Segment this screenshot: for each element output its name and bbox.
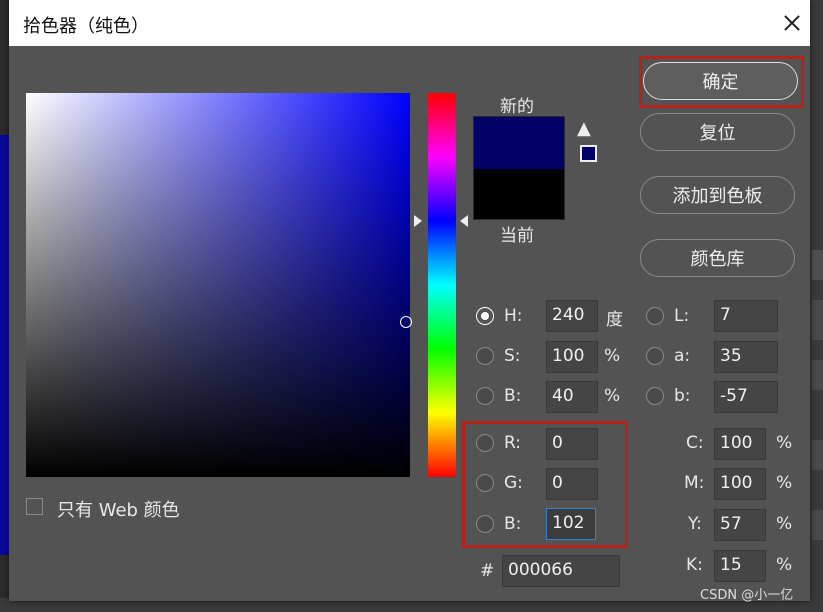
web-colors-only-checkbox[interactable]: [26, 498, 43, 515]
label-l: L:: [674, 306, 690, 326]
label-y: Y:: [688, 514, 702, 534]
title-bar: 拾色器（纯色）: [9, 0, 810, 46]
hue-slider-handle-left[interactable]: [414, 215, 422, 227]
dialog-title: 拾色器（纯色）: [23, 16, 149, 37]
radio-g[interactable]: [476, 474, 494, 492]
label-r: R:: [504, 433, 522, 453]
unit-percent: %: [776, 555, 793, 575]
hue-slider[interactable]: [428, 93, 456, 477]
unit-percent: %: [776, 514, 793, 534]
watermark: CSDN @小一亿: [700, 588, 794, 603]
reset-button[interactable]: 复位: [640, 113, 795, 151]
new-color-label: 新的: [500, 97, 534, 117]
unit-percent: %: [776, 433, 793, 453]
label-h: H:: [504, 306, 523, 326]
ok-button[interactable]: 确定: [643, 62, 798, 100]
hex-label: #: [480, 561, 495, 581]
close-icon[interactable]: [777, 8, 807, 38]
radio-h[interactable]: [476, 307, 494, 325]
s-input[interactable]: 100: [546, 341, 598, 373]
unit-percent: %: [604, 346, 621, 366]
lab-b-input[interactable]: -57: [714, 381, 778, 413]
label-rgb-b: B:: [504, 514, 522, 534]
web-safe-cube-icon[interactable]: [580, 145, 597, 162]
a-input[interactable]: 35: [714, 341, 778, 373]
unit-percent: %: [776, 473, 793, 493]
m-input[interactable]: 100: [714, 468, 766, 500]
radio-rgb-b[interactable]: [476, 515, 494, 533]
add-to-swatches-button[interactable]: 添加到色板: [640, 176, 795, 214]
radio-l[interactable]: [646, 307, 664, 325]
background-panel-item: [812, 360, 823, 390]
h-input[interactable]: 240: [546, 300, 598, 332]
hex-input[interactable]: 000066: [502, 555, 620, 587]
color-libraries-button[interactable]: 颜色库: [640, 239, 795, 277]
l-input[interactable]: 7: [714, 300, 778, 332]
color-picker-dialog: 拾色器（纯色） 新的 当前 ▲ 确定 复位 添加到色板 颜色库 H: 240 度…: [9, 0, 810, 601]
warning-icon[interactable]: ▲: [577, 118, 591, 139]
c-input[interactable]: 100: [714, 428, 766, 460]
label-m: M:: [684, 473, 705, 493]
y-input[interactable]: 57: [714, 509, 766, 541]
g-input[interactable]: 0: [546, 468, 598, 500]
label-k: K:: [686, 555, 703, 575]
radio-s[interactable]: [476, 347, 494, 365]
b-input[interactable]: 40: [546, 381, 598, 413]
web-colors-only-label: 只有 Web 颜色: [57, 500, 180, 521]
label-a: a:: [674, 346, 691, 366]
rgb-b-input[interactable]: 102: [546, 508, 596, 540]
radio-b[interactable]: [476, 387, 494, 405]
background-panel-item: [812, 250, 823, 280]
unit-degrees: 度: [606, 310, 623, 330]
background-panel-item: [812, 300, 823, 340]
label-b: B:: [504, 386, 522, 406]
saturation-brightness-field[interactable]: [26, 93, 410, 477]
label-lab-b: b:: [674, 386, 691, 406]
r-input[interactable]: 0: [546, 428, 598, 460]
current-color-label: 当前: [500, 226, 534, 246]
label-c: C:: [686, 433, 704, 453]
label-s: S:: [504, 346, 521, 366]
radio-lab-b[interactable]: [646, 387, 664, 405]
hue-slider-handle-right[interactable]: [460, 215, 468, 227]
k-input[interactable]: 15: [714, 550, 766, 582]
background-panel-item: [812, 510, 823, 540]
color-field-marker[interactable]: [400, 316, 412, 328]
background-panel-item: [812, 440, 823, 470]
label-g: G:: [504, 473, 523, 493]
radio-r[interactable]: [476, 434, 494, 452]
unit-percent: %: [604, 386, 621, 406]
radio-a[interactable]: [646, 347, 664, 365]
swatch-frame: [473, 116, 565, 220]
